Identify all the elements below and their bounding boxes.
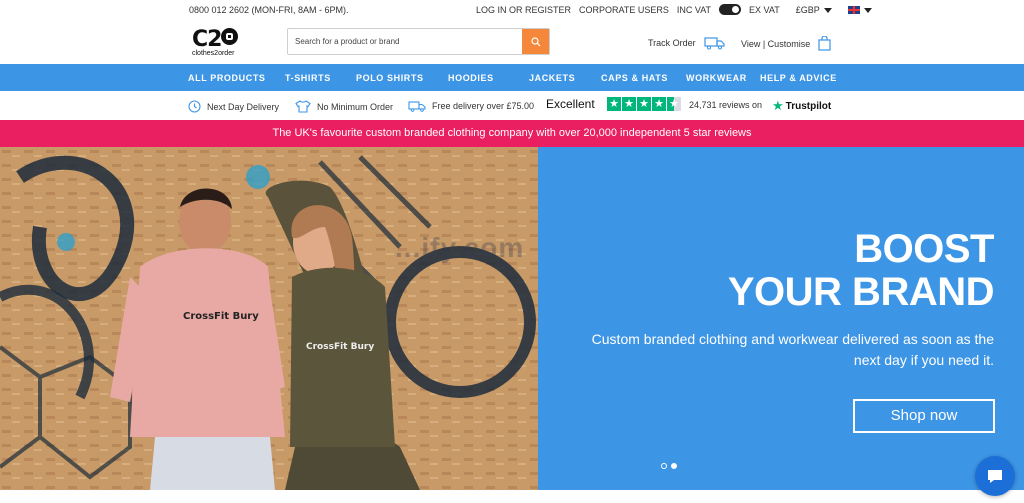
inc-vat-label[interactable]: INC VAT: [677, 5, 711, 15]
delivery-truck-icon: [704, 37, 725, 50]
usp-strip: Next Day Delivery No Minimum Order Free …: [0, 91, 1024, 120]
star-icon: ★: [622, 97, 636, 111]
delivery-truck-icon: [408, 101, 426, 112]
usp-free-delivery-label: Free delivery over £75.00: [432, 101, 535, 111]
trustpilot-logo[interactable]: ★ Trustpilot: [772, 98, 831, 114]
hero-title-line-1: BOOST: [854, 227, 994, 271]
usp-next-day: Next Day Delivery: [188, 100, 279, 113]
star-icon: ★: [652, 97, 666, 111]
main-navigation: ALL PRODUCTS T-SHIRTS POLO SHIRTS HOODIE…: [0, 64, 1024, 91]
basket-link[interactable]: View | Customise: [741, 36, 831, 51]
login-register-link[interactable]: LOG IN OR REGISTER: [476, 5, 571, 15]
hero-photo: CrossFit Bury CrossFit Bury: [0, 147, 538, 490]
nav-item-help-advice[interactable]: HELP & ADVICE: [760, 73, 837, 83]
usp-no-minimum-label: No Minimum Order: [317, 101, 394, 112]
site-logo[interactable]: C2 clothes2order: [192, 28, 248, 58]
hero-carousel: CrossFit Bury CrossFit Bury BOOST YOUR B…: [0, 147, 1024, 490]
logo-tagline: clothes2order: [192, 50, 235, 57]
tshirt-icon: [295, 100, 311, 113]
track-order-label: Track Order: [648, 38, 696, 48]
trustpilot-stars[interactable]: ★ ★ ★ ★ ★: [607, 97, 681, 111]
uk-flag-icon: [847, 6, 860, 15]
clock-icon: [188, 100, 201, 113]
watermark: ...ify.com: [395, 232, 525, 263]
nav-item-hoodies[interactable]: HOODIES: [448, 73, 494, 83]
hero-title-line-2: YOUR BRAND: [727, 270, 995, 314]
hoodie-print-woman: CrossFit Bury: [306, 342, 374, 352]
shopping-bag-icon: [818, 36, 831, 51]
usp-no-minimum: No Minimum Order: [295, 100, 393, 113]
nav-item-all-products[interactable]: ALL PRODUCTS: [188, 73, 266, 83]
hoodie-print-man: CrossFit Bury: [183, 311, 259, 322]
trustpilot-star-icon: ★: [772, 98, 784, 113]
logo-mark: C2: [192, 28, 248, 51]
hero-title: BOOST YOUR BRAND: [727, 227, 995, 314]
hero-subtitle: Custom branded clothing and workwear del…: [591, 331, 994, 368]
promo-banner[interactable]: The UK's favourite custom branded clothi…: [0, 120, 1024, 147]
trustpilot-review-count[interactable]: 24,731 reviews on: [689, 100, 762, 110]
page-bottom-edge: [0, 490, 1024, 503]
carousel-dot-active[interactable]: [671, 463, 677, 469]
track-order-link[interactable]: Track Order: [648, 36, 726, 50]
search-icon: [530, 36, 540, 46]
vat-toggle[interactable]: [719, 4, 742, 15]
star-icon: ★: [607, 97, 621, 111]
nav-item-polo-shirts[interactable]: POLO SHIRTS: [356, 73, 424, 83]
usp-free-delivery: Free delivery over £75.00: [408, 100, 534, 112]
phone-number[interactable]: 0800 012 2602 (MON-FRI, 8AM - 6PM).: [189, 5, 349, 15]
usp-next-day-label: Next Day Delivery: [207, 101, 280, 112]
language-select[interactable]: [847, 5, 872, 15]
basket-label: View | Customise: [741, 38, 811, 49]
chat-bubble-icon: [988, 469, 1002, 483]
search-button[interactable]: [522, 29, 549, 54]
corporate-users-link[interactable]: CORPORATE USERS: [579, 5, 669, 15]
trustpilot-wordmark: Trustpilot: [785, 100, 832, 112]
carousel-dots: [661, 463, 677, 469]
utility-bar: 0800 012 2602 (MON-FRI, 8AM - 6PM). LOG …: [0, 0, 1024, 20]
search-input[interactable]: [288, 29, 522, 54]
ex-vat-label[interactable]: EX VAT: [749, 5, 780, 15]
currency-label: £GBP: [795, 4, 820, 15]
chevron-down-icon: [863, 7, 872, 13]
currency-select[interactable]: £GBP: [796, 5, 832, 15]
hero-text-panel: BOOST YOUR BRAND Custom branded clothing…: [538, 147, 1024, 490]
nav-item-caps-hats[interactable]: CAPS & HATS: [601, 73, 668, 83]
nav-item-t-shirts[interactable]: T-SHIRTS: [285, 73, 331, 83]
nav-item-workwear[interactable]: WORKWEAR: [686, 73, 747, 83]
half-star-icon: ★: [667, 97, 681, 111]
shop-now-button[interactable]: Shop now: [853, 399, 995, 433]
trustpilot-rating-word: Excellent: [546, 97, 595, 111]
star-icon: ★: [637, 97, 651, 111]
chat-widget-button[interactable]: [975, 456, 1015, 496]
carousel-dot[interactable]: [661, 463, 667, 469]
utility-links: LOG IN OR REGISTER CORPORATE USERS INC V…: [476, 4, 872, 15]
nav-item-jackets[interactable]: JACKETS: [529, 73, 575, 83]
search-bar: [287, 28, 550, 55]
chevron-down-icon: [823, 7, 832, 13]
hero-people-illustration: CrossFit Bury CrossFit Bury: [0, 147, 538, 490]
site-header: C2 clothes2order Track Order View | Cust…: [0, 20, 1024, 65]
